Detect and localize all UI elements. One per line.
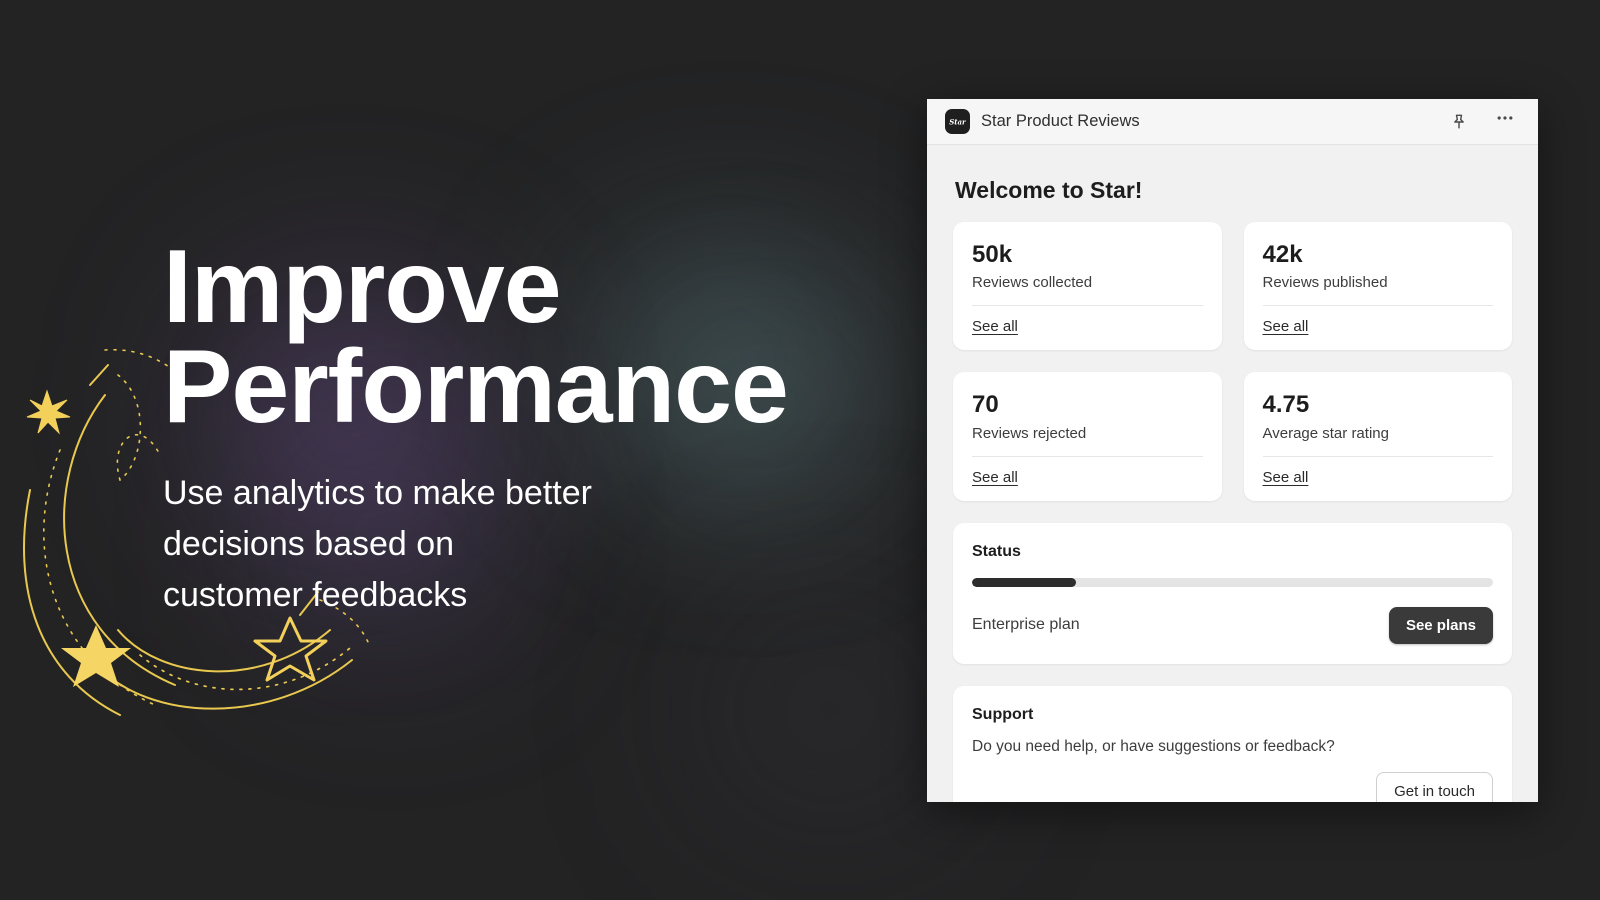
get-in-touch-button[interactable]: Get in touch	[1376, 771, 1493, 802]
panel-body: Welcome to Star! 50k Reviews collected S…	[927, 145, 1538, 802]
status-card: Status Enterprise plan See plans	[953, 522, 1512, 664]
support-actions: Get in touch	[972, 771, 1493, 802]
hero-section: Improve Performance Use analytics to mak…	[163, 229, 883, 621]
hero-subtitle: Use analytics to make better decisions b…	[163, 473, 592, 614]
see-all-link[interactable]: See all	[972, 318, 1018, 335]
stat-card-grid: 50k Reviews collected See all 42k Review…	[953, 222, 1512, 501]
stat-label: Average star rating	[1262, 424, 1389, 442]
stat-card-average-star-rating: 4.75 Average star rating See all	[1243, 372, 1512, 501]
stat-card-reviews-published: 42k Reviews published See all	[1243, 222, 1512, 351]
stat-value: 4.75	[1262, 391, 1310, 419]
divider	[972, 455, 1203, 457]
welcome-heading: Welcome to Star!	[955, 177, 1143, 203]
stat-card-reviews-rejected: 70 Reviews rejected See all	[953, 372, 1222, 501]
stat-value: 42k	[1262, 241, 1303, 268]
svg-text:Star: Star	[949, 117, 967, 126]
see-plans-button[interactable]: See plans	[1388, 606, 1493, 644]
support-text: Do you need help, or have suggestions or…	[972, 737, 1335, 755]
status-title: Status	[972, 542, 1021, 560]
app-panel: Star Star Product Reviews Welcome to Sta…	[927, 99, 1538, 802]
plan-label: Enterprise plan	[972, 616, 1080, 634]
stat-label: Reviews published	[1262, 274, 1388, 292]
stat-label: Reviews collected	[972, 274, 1093, 292]
panel-header: Star Star Product Reviews	[927, 99, 1538, 145]
stat-value: 50k	[972, 241, 1013, 268]
app-logo-icon: Star	[945, 109, 970, 134]
see-all-link[interactable]: See all	[1263, 318, 1309, 335]
app-title: Star Product Reviews	[981, 112, 1140, 130]
divider	[972, 305, 1203, 307]
plan-usage-progressbar	[972, 577, 1493, 587]
status-row: Enterprise plan See plans	[972, 606, 1493, 644]
divider	[1262, 455, 1493, 457]
support-title: Support	[972, 705, 1034, 723]
see-all-link[interactable]: See all	[1263, 469, 1309, 486]
stat-card-reviews-collected: 50k Reviews collected See all	[953, 222, 1222, 351]
stat-label: Reviews rejected	[972, 424, 1087, 442]
progress-fill	[972, 577, 1077, 587]
see-all-link[interactable]: See all	[972, 469, 1018, 486]
ellipsis-icon[interactable]	[1494, 111, 1516, 133]
pin-icon[interactable]	[1447, 110, 1471, 134]
stat-value: 70	[972, 391, 999, 419]
support-card: Support Do you need help, or have sugges…	[953, 685, 1512, 802]
divider	[1262, 305, 1493, 307]
page-title: Improve Performance	[163, 229, 789, 445]
